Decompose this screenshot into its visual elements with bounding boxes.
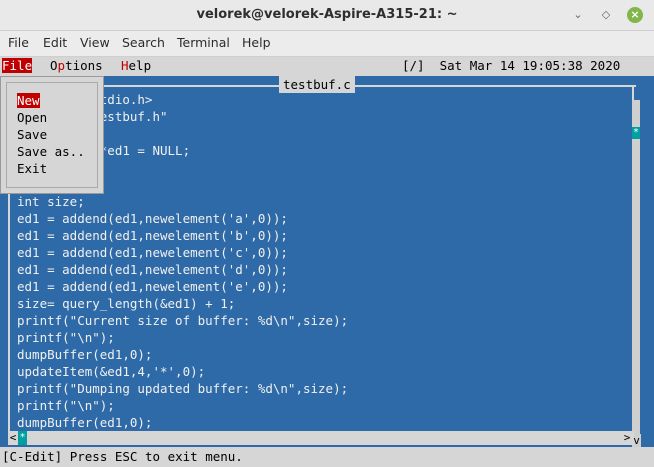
editor-menu-file-hotkey: F bbox=[2, 58, 10, 73]
editor-menu-help[interactable]: Help bbox=[121, 58, 151, 73]
code-line: printf("\n"); bbox=[17, 330, 115, 345]
scroll-left-arrow[interactable]: < bbox=[8, 431, 18, 445]
code-line: size= query_length(&ed1) + 1; bbox=[17, 296, 236, 311]
code-line: ed1 = addend(ed1,newelement('d',0)); bbox=[17, 262, 288, 277]
dropdown-item-save-as[interactable]: Save as.. bbox=[17, 144, 85, 159]
editor-menu-help-label: elp bbox=[128, 58, 152, 73]
menu-file[interactable]: File bbox=[8, 35, 29, 50]
scroll-right-arrow[interactable]: > bbox=[622, 431, 632, 445]
vertical-scrollbar[interactable] bbox=[632, 100, 640, 446]
code-line: printf("Dumping updated buffer: %d\n",si… bbox=[17, 381, 349, 396]
code-line: dumpBuffer(ed1,0); bbox=[17, 347, 153, 362]
code-line: updateItem(&ed1,4,'*',0); bbox=[17, 364, 206, 379]
editor-menu-file-label: ile bbox=[9, 58, 33, 73]
code-line: printf("\n"); bbox=[17, 398, 115, 413]
maximize-icon[interactable]: ◇ bbox=[598, 7, 614, 23]
code-line: ed1 = addend(ed1,newelement('b',0)); bbox=[17, 228, 288, 243]
minimize-icon[interactable]: ⌄ bbox=[570, 7, 586, 23]
dropdown-item-open[interactable]: Open bbox=[17, 110, 47, 125]
title-bar[interactable]: velorek@velorek-Aspire-A315-21: ~ ⌄ ◇ × bbox=[0, 0, 654, 31]
editor-menu-help-hotkey: H bbox=[121, 58, 129, 73]
editor-menubar: File Options Help [/] Sat Mar 14 19:05:3… bbox=[0, 57, 654, 76]
file-dropdown-menu: New Open Save Save as.. Exit bbox=[0, 76, 104, 194]
window-title: velorek@velorek-Aspire-A315-21: ~ bbox=[196, 7, 458, 22]
vertical-scroll-thumb[interactable]: * bbox=[632, 127, 640, 139]
horizontal-scrollbar[interactable]: < * > bbox=[8, 431, 634, 445]
code-line: dumpBuffer(ed1,0); bbox=[17, 415, 153, 430]
editor-menu-options-prefix: O bbox=[50, 58, 58, 73]
terminal-content[interactable]: File Options Help [/] Sat Mar 14 19:05:3… bbox=[0, 57, 654, 467]
code-line: int size; bbox=[17, 194, 85, 209]
editor-menu-options-hotkey: p bbox=[57, 58, 66, 73]
code-line: ed1 = addend(ed1,newelement('c',0)); bbox=[17, 245, 288, 260]
close-icon[interactable]: × bbox=[627, 7, 643, 23]
menu-view[interactable]: View bbox=[80, 35, 110, 50]
terminal-menubar: File Edit View Search Terminal Help bbox=[0, 31, 654, 57]
status-message: [C-Edit] Press ESC to exit menu. bbox=[2, 449, 243, 464]
code-line: ed1 = addend(ed1,newelement('a',0)); bbox=[17, 211, 288, 226]
menu-edit[interactable]: Edit bbox=[43, 35, 67, 50]
terminal-window: velorek@velorek-Aspire-A315-21: ~ ⌄ ◇ × … bbox=[0, 0, 654, 467]
code-line: ed1 = addend(ed1,newelement('e',0)); bbox=[17, 279, 288, 294]
editor-menu-file[interactable]: File bbox=[2, 58, 33, 73]
editor-menu-options[interactable]: Options bbox=[50, 58, 103, 73]
code-line: printf("Current size of buffer: %d\n",si… bbox=[17, 313, 349, 328]
menu-help[interactable]: Help bbox=[242, 35, 271, 50]
menu-search[interactable]: Search bbox=[122, 35, 165, 50]
dropdown-item-save[interactable]: Save bbox=[17, 127, 47, 142]
horizontal-scroll-thumb[interactable]: * bbox=[18, 431, 27, 445]
editor-status-clock: [/] Sat Mar 14 19:05:38 2020 bbox=[402, 58, 621, 73]
editor-status-bar: [C-Edit] Press ESC to exit menu. bbox=[0, 447, 654, 467]
editor-menu-options-label: tions bbox=[65, 58, 103, 73]
menu-terminal[interactable]: Terminal bbox=[177, 35, 230, 50]
dropdown-item-exit[interactable]: Exit bbox=[17, 161, 47, 176]
dropdown-item-new[interactable]: New bbox=[17, 93, 40, 108]
